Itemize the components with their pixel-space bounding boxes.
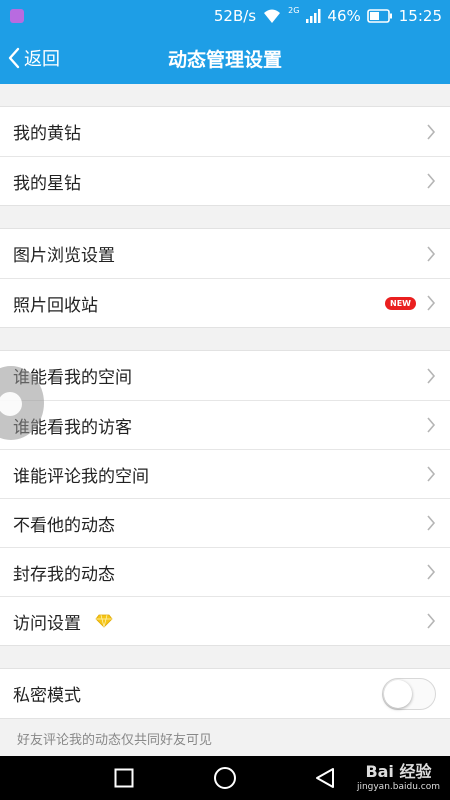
chevron-right-icon [427, 515, 436, 531]
signal-icon [306, 9, 321, 23]
private-mode-toggle[interactable] [382, 677, 436, 710]
row-label: 不看他的动态 [13, 515, 115, 536]
network-type: 2G [288, 5, 300, 15]
row-star-diamond[interactable]: 我的星钻 [0, 156, 450, 205]
row-who-can-view-visitors[interactable]: 谁能看我的访客 [0, 400, 450, 449]
toggle-knob [384, 679, 412, 708]
chevron-right-icon [427, 613, 436, 629]
status-bar: 52B/s 2G 46% 15:25 [0, 0, 450, 32]
chevron-right-icon [427, 173, 436, 189]
square-icon [114, 768, 134, 788]
row-access-settings[interactable]: 访问设置 [0, 596, 450, 645]
circle-icon [214, 767, 236, 789]
row-who-can-comment[interactable]: 谁能评论我的空间 [0, 449, 450, 498]
notification-app-icon [10, 9, 24, 23]
settings-group-privacy: 谁能看我的空间 谁能看我的访客 谁能评论我的空间 不看他的动态 封存我的动态 访… [0, 350, 450, 646]
row-archive-my-feed[interactable]: 封存我的动态 [0, 547, 450, 596]
row-label: 私密模式 [13, 686, 81, 706]
back-nav-button[interactable] [314, 756, 336, 800]
row-label: 照片回收站 [13, 295, 98, 316]
row-who-can-view-space[interactable]: 谁能看我的空间 [0, 351, 450, 400]
row-label: 我的黄钻 [13, 124, 81, 144]
chevron-right-icon [427, 417, 436, 433]
row-label: 封存我的动态 [13, 564, 115, 585]
home-button[interactable] [213, 756, 237, 800]
row-private-mode: 私密模式 [0, 669, 450, 718]
chevron-right-icon [427, 123, 436, 140]
private-mode-hint: 好友评论我的动态仅共同好友可见 [17, 733, 213, 748]
settings-group-vip: 我的黄钻 我的星钻 [0, 106, 450, 206]
baidu-watermark: Bai 经验 jingyan.baidu.com [356, 762, 440, 792]
row-label: 谁能评论我的空间 [13, 466, 149, 487]
yellow-diamond-icon [95, 614, 113, 628]
settings-group-private-mode: 私密模式 [0, 668, 450, 719]
settings-group-photos: 图片浏览设置 照片回收站 NEW [0, 228, 450, 328]
row-label: 图片浏览设置 [13, 246, 115, 266]
chevron-right-icon [427, 466, 436, 482]
page-title: 动态管理设置 [167, 48, 282, 71]
triangle-back-icon [316, 768, 334, 788]
row-label: 我的星钻 [13, 173, 81, 194]
wifi-icon [264, 9, 281, 23]
chevron-right-icon [427, 245, 436, 262]
row-photo-recycle-bin[interactable]: 照片回收站 NEW [0, 278, 450, 327]
system-navigation-bar: Bai 经验 jingyan.baidu.com [0, 756, 450, 800]
chevron-right-icon [427, 367, 436, 384]
chevron-right-icon [427, 564, 436, 580]
clock: 15:25 [398, 7, 442, 25]
row-hide-their-feed[interactable]: 不看他的动态 [0, 498, 450, 547]
battery-icon [366, 9, 392, 23]
row-image-browsing[interactable]: 图片浏览设置 [0, 229, 450, 278]
new-badge: NEW [385, 296, 416, 310]
battery-percent: 46% [327, 7, 361, 25]
row-label: 访问设置 [13, 613, 81, 634]
network-speed: 52B/s [213, 7, 257, 25]
chevron-right-icon [427, 295, 436, 311]
title-bar: 返回 动态管理设置 [0, 32, 450, 84]
row-yellow-diamond[interactable]: 我的黄钻 [0, 107, 450, 156]
settings-list: 我的黄钻 我的星钻 图片浏览设置 照片回收站 NEW 谁能看我的空间 谁能看我的… [0, 84, 450, 748]
recents-button[interactable] [114, 756, 134, 800]
